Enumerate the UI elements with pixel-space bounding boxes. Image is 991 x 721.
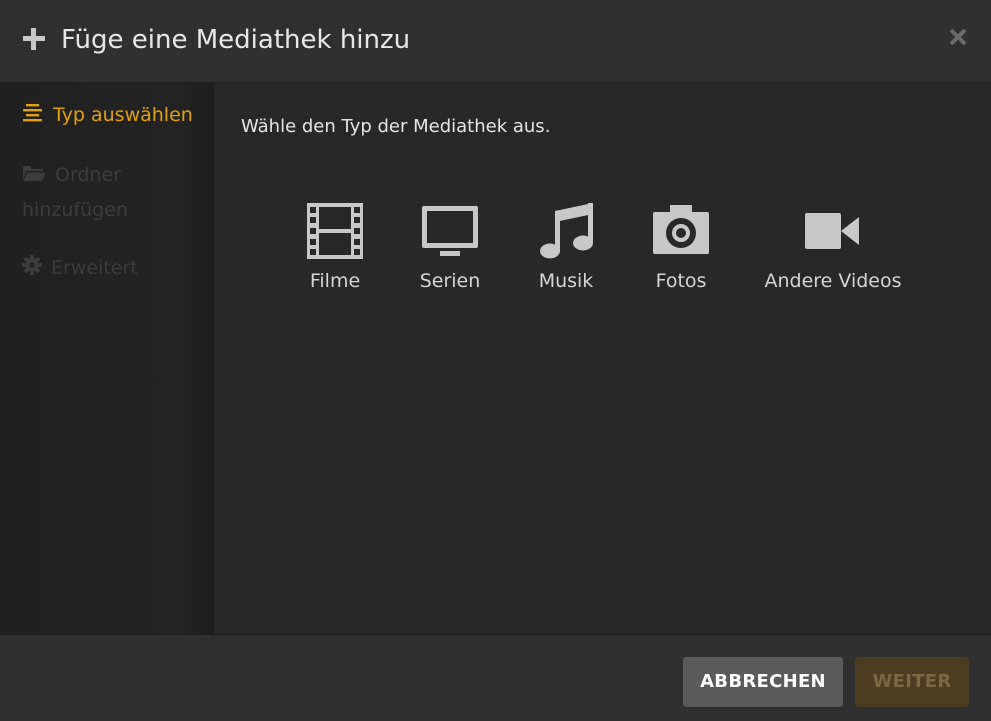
folder-open-icon — [22, 159, 46, 193]
type-option-music[interactable]: Musik — [523, 203, 609, 292]
type-option-other-videos[interactable]: Andere Videos — [763, 203, 903, 292]
instruction-text: Wähle den Typ der Mediathek aus. — [241, 116, 551, 137]
sidebar-item-add-folder: Ordner hinzufügen — [22, 158, 202, 227]
add-library-dialog: Füge eine Mediathek hinzu Typ auswählen … — [0, 0, 991, 721]
sidebar-item-select-type[interactable]: Typ auswählen — [22, 98, 193, 133]
type-option-movies[interactable]: Filme — [292, 203, 378, 292]
sidebar-item-advanced: Erweitert — [22, 251, 138, 286]
close-icon[interactable] — [947, 26, 969, 48]
sidebar-item-label: Typ auswählen — [53, 104, 193, 126]
next-button[interactable]: WEITER — [855, 657, 969, 707]
sidebar-item-label: Erweitert — [51, 257, 138, 279]
type-option-series[interactable]: Serien — [407, 203, 493, 292]
dialog-title: Füge eine Mediathek hinzu — [61, 25, 411, 55]
main-panel: Wähle den Typ der Mediathek aus. Filme S… — [214, 83, 991, 634]
type-label: Andere Videos — [764, 270, 902, 292]
film-icon — [292, 203, 378, 259]
type-label: Serien — [419, 270, 481, 292]
type-label: Fotos — [655, 270, 707, 292]
list-icon — [22, 99, 44, 133]
cancel-button[interactable]: ABBRECHEN — [683, 657, 843, 707]
dialog-footer: ABBRECHEN WEITER — [0, 634, 991, 721]
video-camera-icon — [763, 203, 903, 259]
plus-icon — [23, 28, 45, 50]
type-label: Filme — [309, 270, 361, 292]
music-note-icon — [523, 203, 609, 259]
dialog-header: Füge eine Mediathek hinzu — [0, 0, 991, 83]
type-label: Musik — [538, 270, 594, 292]
wizard-sidebar: Typ auswählen Ordner hinzufügen Erweiter… — [0, 83, 214, 634]
camera-icon — [638, 203, 724, 259]
gear-icon — [22, 252, 42, 286]
type-option-photos[interactable]: Fotos — [638, 203, 724, 292]
tv-icon — [407, 203, 493, 259]
